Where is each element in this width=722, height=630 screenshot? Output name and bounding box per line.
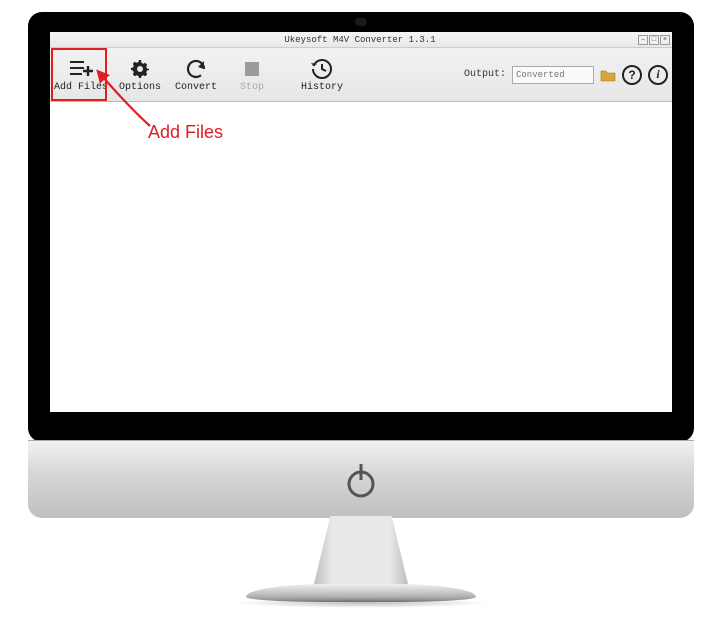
monitor-frame: Ukeysoft M4V Converter 1.3.1 – □ × [28,12,694,442]
toolbar: Add Files Options Conv [50,48,672,102]
stop-label: Stop [240,82,264,93]
window-title: Ukeysoft M4V Converter 1.3.1 [82,35,638,45]
gear-icon [128,56,152,82]
app-screen: Ukeysoft M4V Converter 1.3.1 – □ × [50,32,672,412]
toolbar-right: Output: ? i [464,65,668,85]
options-label: Options [119,82,161,93]
camera-icon [355,18,367,26]
output-path-input[interactable] [512,66,594,84]
close-button[interactable]: × [660,35,670,45]
convert-label: Convert [175,82,217,93]
history-label: History [301,82,343,93]
monitor-shadow [231,598,491,608]
stop-button: Stop [228,51,276,99]
stop-square-icon [243,56,261,82]
refresh-icon [184,56,208,82]
help-button[interactable]: ? [622,65,642,85]
info-button[interactable]: i [648,65,668,85]
help-circle-icon: ? [628,68,635,82]
history-clock-icon [310,56,334,82]
add-files-label: Add Files [54,82,108,93]
history-button[interactable]: History [298,51,346,99]
monitor-chin [28,440,694,518]
info-circle-icon: i [656,67,659,82]
title-bar: Ukeysoft M4V Converter 1.3.1 – □ × [50,32,672,48]
options-button[interactable]: Options [116,51,164,99]
brand-logo-icon [341,460,381,500]
folder-icon[interactable] [600,68,616,82]
output-label: Output: [464,69,506,80]
convert-button[interactable]: Convert [172,51,220,99]
list-plus-icon [68,56,94,82]
content-area [50,102,672,412]
add-files-button[interactable]: Add Files [54,51,108,99]
minimize-button[interactable]: – [638,35,648,45]
window-controls: – □ × [638,35,670,45]
monitor-stand-neck [313,516,409,588]
maximize-button[interactable]: □ [649,35,659,45]
